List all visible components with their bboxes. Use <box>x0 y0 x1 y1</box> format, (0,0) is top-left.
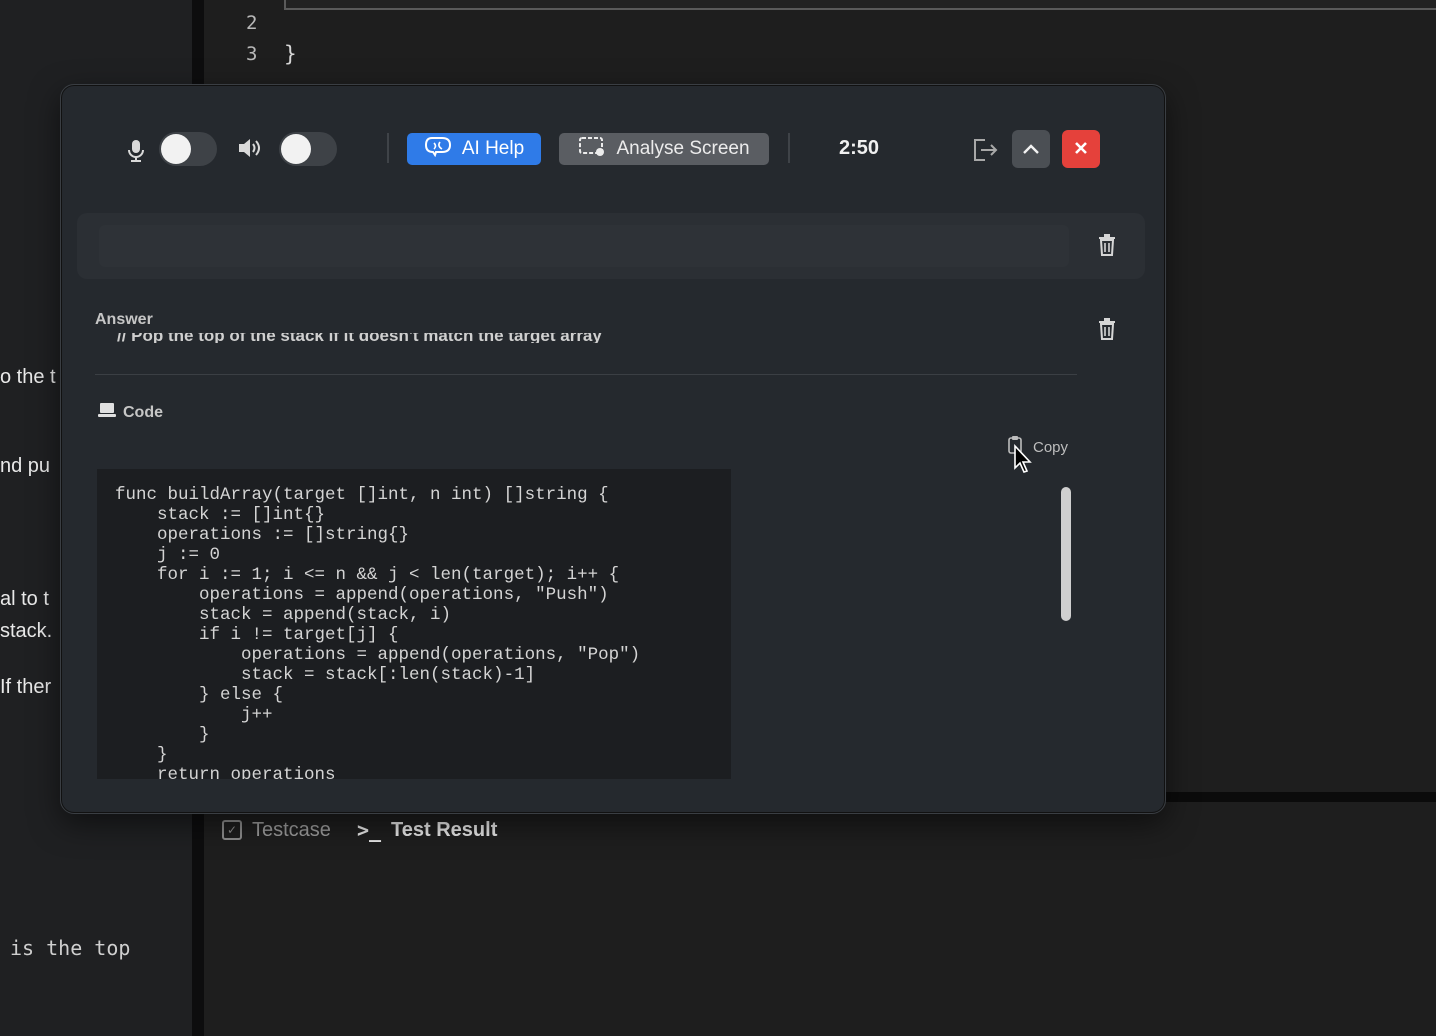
tab-test-result-label: Test Result <box>391 818 498 841</box>
tab-testcase-label: Testcase <box>252 818 331 841</box>
microphone-icon <box>127 139 145 169</box>
exit-icon[interactable] <box>971 137 999 169</box>
tab-test-result[interactable]: >_ Test Result <box>357 818 497 842</box>
description-fragment: If ther <box>0 676 52 698</box>
code-header: Code <box>97 401 163 424</box>
description-code-fragment: is the top <box>10 936 131 960</box>
trash-icon[interactable] <box>1097 317 1117 347</box>
code-text: func buildArray(target []int, n int) []s… <box>115 485 641 779</box>
answer-section: Answer // Pop the top of the stack if it… <box>77 293 1145 813</box>
line-number: 3 <box>246 43 258 65</box>
brain-icon <box>424 135 452 163</box>
assistant-toolbar: AI Help Analyse Screen 2:50 <box>61 85 1165 213</box>
code-label: Code <box>123 403 163 421</box>
toggle-knob <box>281 134 311 164</box>
horizontal-splitter[interactable] <box>1164 792 1436 802</box>
analyse-screen-label: Analyse Screen <box>616 138 750 159</box>
answer-label: Answer <box>95 311 153 328</box>
speaker-icon <box>237 137 263 165</box>
test-panel-tabs: ✓ Testcase >_ Test Result <box>222 818 497 842</box>
question-row <box>77 213 1145 279</box>
close-icon <box>1073 136 1089 162</box>
mouse-cursor-icon <box>1013 443 1033 479</box>
ai-help-label: AI Help <box>461 138 525 159</box>
collapse-button[interactable] <box>1012 130 1050 168</box>
description-fragment: o the t <box>0 366 56 388</box>
close-button[interactable] <box>1062 130 1100 168</box>
toolbar-divider <box>788 133 790 163</box>
scrollbar-thumb[interactable] <box>1061 487 1071 621</box>
copy-label: Copy <box>1033 438 1069 456</box>
description-fragment: al to t <box>0 588 49 610</box>
question-input[interactable] <box>99 225 1069 267</box>
description-fragment: stack. <box>0 620 53 642</box>
chevron-up-icon <box>1022 138 1040 161</box>
ai-assistant-panel: AI Help Analyse Screen 2:50 Answer // Po… <box>60 84 1166 814</box>
speaker-toggle[interactable] <box>279 132 337 166</box>
toolbar-divider <box>387 133 389 163</box>
toggle-knob <box>161 134 191 164</box>
editor-active-line <box>284 0 1436 10</box>
trash-icon[interactable] <box>1097 233 1117 263</box>
description-fragment: nd pu <box>0 455 51 477</box>
session-timer: 2:50 <box>839 137 880 159</box>
code-block[interactable]: func buildArray(target []int, n int) []s… <box>97 469 731 779</box>
microphone-toggle[interactable] <box>159 132 217 166</box>
line-number: 2 <box>246 12 258 34</box>
checkbox-icon: ✓ <box>222 820 242 840</box>
terminal-icon: >_ <box>356 818 382 842</box>
editor-code-line: } <box>284 42 297 66</box>
answer-divider <box>95 374 1077 375</box>
analyse-screen-button[interactable]: Analyse Screen <box>559 133 769 165</box>
laptop-icon <box>97 401 117 424</box>
answer-text-truncated: // Pop the top of the stack if it doesn'… <box>117 333 602 343</box>
ai-help-button[interactable]: AI Help <box>407 133 541 165</box>
tab-testcase[interactable]: ✓ Testcase <box>222 819 331 842</box>
screen-capture-icon <box>578 135 606 163</box>
